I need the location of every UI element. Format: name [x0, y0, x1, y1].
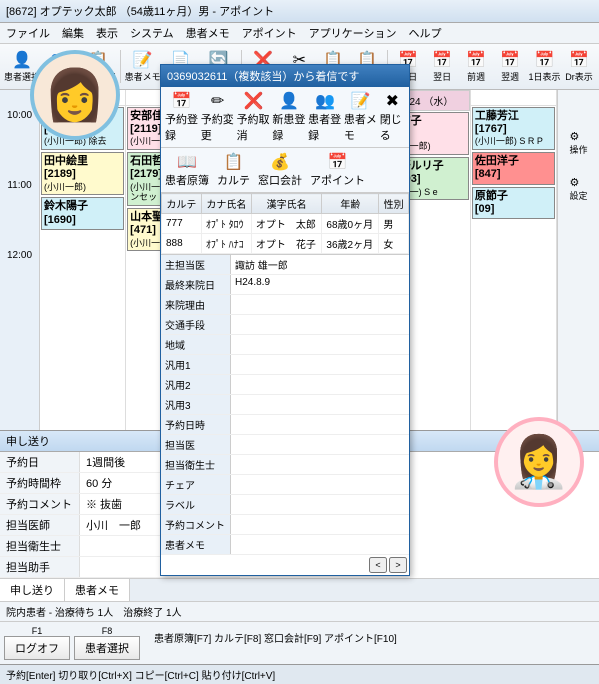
- field-汎用1: 汎用1: [161, 355, 231, 374]
- 前週-icon: 📅: [466, 50, 486, 70]
- menu-system[interactable]: システム: [130, 25, 174, 41]
- field-主担当医: 主担当医: [161, 255, 231, 274]
- 患者メモ-icon: 📝: [133, 50, 153, 70]
- popup-title: 0369032611（複数該当）から着信です: [161, 65, 409, 87]
- 患者選択-icon: 👤: [12, 50, 32, 70]
- appointment-card[interactable]: 佐田洋子[847]: [472, 152, 555, 184]
- col-漢字氏名[interactable]: 漢字氏名: [251, 194, 322, 214]
- toolbar-患者メモ[interactable]: 📝患者メモ: [125, 48, 161, 85]
- caller-popup: 0369032611（複数該当）から着信です 📅予約登録✏予約変更❌予約取消👤新…: [160, 64, 410, 576]
- Dr表示-icon: 📅: [569, 50, 589, 70]
- popup-閉じる[interactable]: ✖閉じる: [380, 91, 405, 143]
- operate-icon[interactable]: ⚙操作: [569, 130, 587, 156]
- info-担当医師: 担当医師: [0, 515, 80, 535]
- col-カルテ[interactable]: カルテ: [162, 194, 202, 214]
- time-1000: 10:00: [0, 108, 39, 178]
- right-panel: ⚙操作 ⚙設定: [557, 90, 599, 430]
- toolbar-前週[interactable]: 📅前週: [460, 48, 492, 85]
- 翌週-icon: 📅: [500, 50, 520, 70]
- popup-新患登録[interactable]: 👤新患登録: [272, 91, 306, 143]
- tab-okuri[interactable]: 申し送り: [0, 579, 65, 601]
- popup-患者登録[interactable]: 👥患者登録: [308, 91, 342, 143]
- bottom-tabs: 申し送り 患者メモ: [0, 578, 599, 601]
- info-担当助手: 担当助手: [0, 557, 80, 577]
- menu-view[interactable]: 表示: [96, 25, 118, 41]
- caller-avatar-icon: 👩: [30, 50, 120, 140]
- patient-fields: 主担当医諏訪 雄一郎最終来院日H24.8.9来院理由交通手段地域汎用1汎用2汎用…: [161, 254, 409, 555]
- menu-help[interactable]: ヘルプ: [408, 25, 441, 41]
- patient-table[interactable]: カルテカナ氏名漢字氏名年齢性別 777ｵﾌﾟﾄ ﾀﾛｳオプト 太郎68歳0ヶ月男…: [161, 193, 409, 254]
- toolbar-Dr表示[interactable]: 📅Dr表示: [563, 48, 595, 85]
- field-交通手段: 交通手段: [161, 315, 231, 334]
- popup-toolbar-1: 📅予約登録✏予約変更❌予約取消👤新患登録👥患者登録📝患者メモ✖閉じる: [161, 87, 409, 148]
- popup-カルテ[interactable]: 📋カルテ: [217, 152, 250, 188]
- info-予約日: 予約日: [0, 452, 80, 472]
- popup-アポイント[interactable]: 📅アポイント: [310, 152, 365, 188]
- tab-memo[interactable]: 患者メモ: [65, 579, 130, 601]
- window-title: [8672] オプテック太郎 （54歳11ヶ月）男 - アポイント: [0, 0, 599, 23]
- popup-窓口会計[interactable]: 💰窓口会計: [258, 152, 302, 188]
- field-ラベル: ラベル: [161, 495, 231, 514]
- field-担当医: 担当医: [161, 435, 231, 454]
- 1日表示-icon: 📅: [535, 50, 555, 70]
- col-年齢[interactable]: 年齢: [322, 194, 379, 214]
- footer-hint: 患者原簿[F7] カルテ[F8] 窓口会計[F9] アポイント[F10]: [144, 626, 595, 660]
- patient-row[interactable]: 888ｵﾌﾟﾄ ﾊﾅｺオプト 花子36歳2ヶ月女: [162, 234, 409, 254]
- appointment-card[interactable]: 原節子[09]: [472, 187, 555, 219]
- nav-prev[interactable]: <: [369, 557, 387, 573]
- menu-app[interactable]: アプリケーション: [309, 25, 397, 41]
- menu-edit[interactable]: 編集: [62, 25, 84, 41]
- toolbar-1日表示[interactable]: 📅1日表示: [528, 48, 561, 85]
- status-bar: 予約[Enter] 切り取り[Ctrl+X] コピー[Ctrl+C] 貼り付け[…: [0, 664, 599, 684]
- nav-next[interactable]: >: [389, 557, 407, 573]
- menu-bar: ファイル 編集 表示 システム 患者メモ アポイント アプリケーション ヘルプ: [0, 23, 599, 44]
- popup-nav: < >: [161, 555, 409, 575]
- time-column: 10:00 11:00 12:00: [0, 90, 40, 430]
- time-1200: 12:00: [0, 248, 39, 318]
- info-予約コメント: 予約コメント: [0, 494, 80, 514]
- popup-toolbar-2: 📖患者原簿📋カルテ💰窓口会計📅アポイント: [161, 148, 409, 193]
- field-来院理由: 来院理由: [161, 295, 231, 314]
- field-汎用3: 汎用3: [161, 395, 231, 414]
- time-1100: 11:00: [0, 178, 39, 248]
- popup-予約変更[interactable]: ✏予約変更: [201, 91, 235, 143]
- info-担当衛生士: 担当衛生士: [0, 536, 80, 556]
- menu-memo[interactable]: 患者メモ: [186, 25, 230, 41]
- patient-row[interactable]: 777ｵﾌﾟﾄ ﾀﾛｳオプト 太郎68歳0ヶ月男: [162, 214, 409, 234]
- popup-患者原簿[interactable]: 📖患者原簿: [165, 152, 209, 188]
- popup-予約取消[interactable]: ❌予約取消: [237, 91, 271, 143]
- toolbar-翌日[interactable]: 📅翌日: [426, 48, 458, 85]
- popup-予約登録[interactable]: 📅予約登録: [165, 91, 199, 143]
- popup-患者メモ[interactable]: 📝患者メモ: [344, 91, 378, 143]
- field-予約日時: 予約日時: [161, 415, 231, 434]
- col-性別[interactable]: 性別: [379, 194, 409, 214]
- patient-status: 院内患者 - 治療待ち 1人 治療終了 1人: [0, 601, 599, 621]
- nurse-avatar-icon: 👩‍⚕️: [494, 417, 584, 507]
- field-予約コメント: 予約コメント: [161, 515, 231, 534]
- field-チェア: チェア: [161, 475, 231, 494]
- appointment-card[interactable]: 工藤芳江[1767](小川一郎) S R P: [472, 107, 555, 150]
- field-地域: 地域: [161, 335, 231, 354]
- settings-icon[interactable]: ⚙設定: [569, 176, 587, 202]
- toolbar-翌週[interactable]: 📅翌週: [494, 48, 526, 85]
- appointment-card[interactable]: 田中絵里[2189](小川一郎): [41, 152, 124, 195]
- appointment-card[interactable]: 鈴木陽子[1690]: [41, 197, 124, 229]
- col-カナ氏名[interactable]: カナ氏名: [201, 194, 251, 214]
- field-汎用2: 汎用2: [161, 375, 231, 394]
- patient-select-button[interactable]: 患者選択: [74, 636, 140, 660]
- menu-appoint[interactable]: アポイント: [242, 25, 297, 41]
- logoff-button[interactable]: ログオフ: [4, 636, 70, 660]
- menu-file[interactable]: ファイル: [6, 25, 50, 41]
- 翌日-icon: 📅: [432, 50, 452, 70]
- field-最終来院日: 最終来院日: [161, 275, 231, 294]
- field-患者メモ: 患者メモ: [161, 535, 231, 554]
- info-予約時間枠: 予約時間枠: [0, 473, 80, 493]
- field-担当衛生士: 担当衛生士: [161, 455, 231, 474]
